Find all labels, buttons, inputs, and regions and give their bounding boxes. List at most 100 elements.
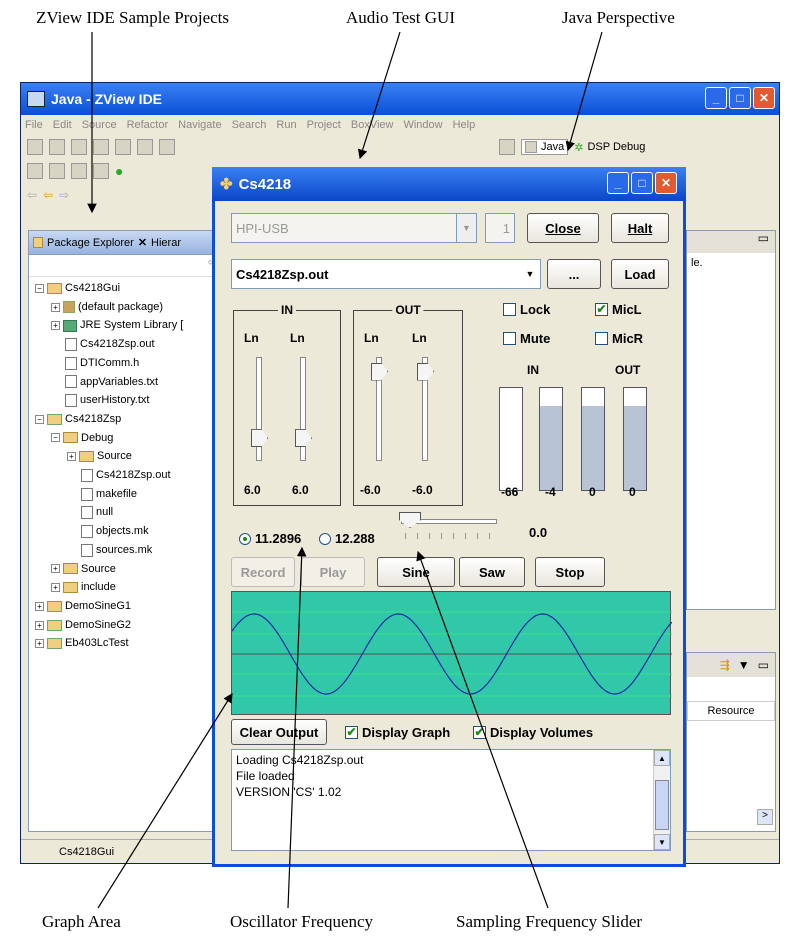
package-explorer-tab[interactable]: Package Explorer ✕ Hierar <box>29 231 235 255</box>
out-right-slider-thumb[interactable] <box>417 362 434 381</box>
maximize-icon[interactable]: □ <box>631 172 653 194</box>
lock-checkbox[interactable]: Lock <box>503 302 550 317</box>
new-icon[interactable] <box>27 139 43 155</box>
minimize-panel-icon[interactable]: ▭ <box>687 231 775 253</box>
micl-checkbox[interactable]: ✔ MicL <box>595 302 642 317</box>
expand-icon[interactable]: + <box>67 452 76 462</box>
hierarchy-tab[interactable]: Hierar <box>151 237 181 249</box>
minimize-icon[interactable]: _ <box>705 87 727 109</box>
micr-checkbox[interactable]: MicR <box>595 331 643 346</box>
filter-icon[interactable]: ⇶ <box>720 658 730 672</box>
expand-icon[interactable]: + <box>35 601 44 611</box>
expand-icon[interactable]: + <box>51 302 60 312</box>
tree-item[interactable]: + include <box>29 578 235 597</box>
menu-item[interactable]: Refactor <box>127 119 169 131</box>
freq-12-radio[interactable]: 12.288 <box>319 531 375 546</box>
open-perspective-icon[interactable] <box>499 139 515 155</box>
expand-icon[interactable]: + <box>35 639 44 649</box>
menu-item[interactable]: Source <box>82 119 117 131</box>
close-button[interactable]: Close <box>527 213 599 243</box>
tree-item[interactable]: + Source <box>29 560 235 579</box>
tree-item[interactable]: − Cs4218Gui <box>29 279 235 298</box>
debug-icon[interactable] <box>137 139 153 155</box>
back-icon[interactable]: ⇦ <box>27 188 37 202</box>
menu-item[interactable]: Search <box>232 119 267 131</box>
minimize-panel-icon[interactable]: ▭ <box>758 658 769 672</box>
display-graph-checkbox[interactable]: ✔ Display Graph <box>345 725 450 740</box>
menu-icon[interactable]: ▼ <box>738 658 750 672</box>
output-scrollbar[interactable]: ▲ ▼ <box>653 750 670 850</box>
tree-item[interactable]: appVariables.txt <box>29 373 235 392</box>
scroll-right-icon[interactable]: > <box>757 809 773 825</box>
tree-item[interactable]: + Source <box>29 447 235 466</box>
minimize-icon[interactable]: _ <box>607 172 629 194</box>
maximize-icon[interactable]: □ <box>729 87 751 109</box>
freq-11-radio[interactable]: 11.2896 <box>239 531 301 546</box>
tree-item[interactable]: + Eb403LcTest <box>29 634 235 653</box>
tree-item[interactable]: + DemoSineG1 <box>29 597 235 616</box>
play-button[interactable]: Play <box>301 557 365 587</box>
program-file-select[interactable]: Cs4218Zsp.out ▼ <box>231 259 541 289</box>
perspective-dsp[interactable]: ✲ DSP Debug <box>574 141 645 154</box>
board-number-field[interactable]: 1 <box>485 213 515 243</box>
ide-title-bar[interactable]: Java - ZView IDE _ □ ✕ <box>21 83 779 115</box>
expand-icon[interactable]: + <box>51 321 60 331</box>
display-volumes-checkbox[interactable]: ✔ Display Volumes <box>473 725 593 740</box>
comment-icon[interactable] <box>49 163 65 179</box>
tree-item[interactable]: Cs4218Zsp.out <box>29 466 235 485</box>
collapse-icon[interactable]: − <box>35 414 44 424</box>
close-icon[interactable]: ✕ <box>753 87 775 109</box>
gear-icon[interactable] <box>93 163 109 179</box>
tree-item[interactable]: + (default package) <box>29 298 235 317</box>
menu-item[interactable]: Edit <box>53 119 72 131</box>
saw-button[interactable]: Saw <box>459 557 525 587</box>
stop-button[interactable]: Stop <box>535 557 605 587</box>
tool-icon[interactable] <box>159 139 175 155</box>
scroll-thumb[interactable] <box>655 780 669 830</box>
connect-icon[interactable] <box>115 139 131 155</box>
interface-select[interactable]: HPI-USB ▼ <box>231 213 477 243</box>
expand-icon[interactable]: + <box>51 564 60 574</box>
comment-icon[interactable] <box>71 163 87 179</box>
sampling-slider-thumb[interactable] <box>399 512 421 528</box>
resource-column[interactable]: Resource <box>687 701 775 721</box>
collapse-icon[interactable]: − <box>51 433 60 443</box>
tree-item[interactable]: − Cs4218Zsp <box>29 410 235 429</box>
menu-item[interactable]: Project <box>307 119 341 131</box>
tree-item[interactable]: objects.mk <box>29 522 235 541</box>
close-tab-icon[interactable]: ✕ <box>138 236 147 249</box>
close-icon[interactable]: ✕ <box>655 172 677 194</box>
print-icon[interactable] <box>71 139 87 155</box>
mute-checkbox[interactable]: Mute <box>503 331 550 346</box>
in-left-slider-thumb[interactable] <box>251 429 268 448</box>
forward-icon[interactable]: ⇨ <box>59 188 69 202</box>
expand-icon[interactable]: + <box>51 583 60 593</box>
collapse-icon[interactable]: − <box>35 283 44 293</box>
tree-item[interactable]: makefile <box>29 485 235 504</box>
tree-item[interactable]: − Debug <box>29 429 235 448</box>
menu-item[interactable]: Navigate <box>178 119 221 131</box>
menu-item[interactable]: Run <box>276 119 296 131</box>
tree-item[interactable]: + DemoSineG2 <box>29 616 235 635</box>
sine-button[interactable]: Sine <box>377 557 455 587</box>
tree-item[interactable]: userHistory.txt <box>29 391 235 410</box>
menu-item[interactable]: Window <box>403 119 442 131</box>
load-button[interactable]: Load <box>611 259 669 289</box>
output-log[interactable]: Loading Cs4218Zsp.out File loaded VERSIO… <box>231 749 671 851</box>
menu-item[interactable]: File <box>25 119 43 131</box>
clear-output-button[interactable]: Clear Output <box>231 719 327 745</box>
menu-item[interactable]: BoxView <box>351 119 394 131</box>
expand-icon[interactable]: + <box>35 620 44 630</box>
halt-button[interactable]: Halt <box>611 213 669 243</box>
tree-item[interactable]: Cs4218Zsp.out <box>29 335 235 354</box>
build-icon[interactable] <box>93 139 109 155</box>
record-button[interactable]: Record <box>231 557 295 587</box>
tree-item[interactable]: null <box>29 503 235 522</box>
save-icon[interactable] <box>49 139 65 155</box>
tree-item[interactable]: sources.mk <box>29 541 235 560</box>
perspective-java[interactable]: Java <box>521 139 569 155</box>
scroll-up-icon[interactable]: ▲ <box>654 750 670 766</box>
tree-item[interactable]: DTIComm.h <box>29 354 235 373</box>
tree-item[interactable]: + JRE System Library [ <box>29 316 235 335</box>
comment-icon[interactable] <box>27 163 43 179</box>
